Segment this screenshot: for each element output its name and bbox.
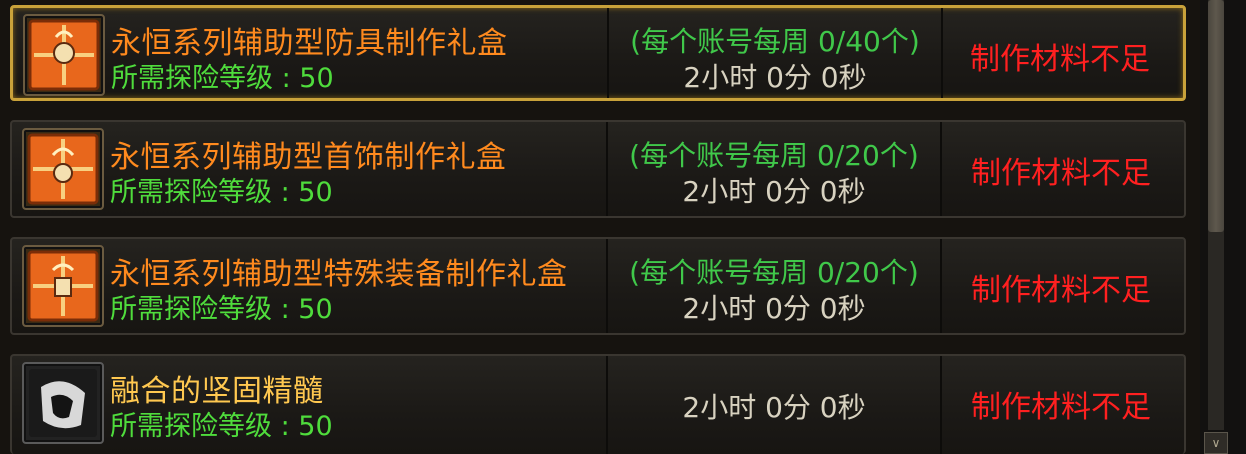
limit-time-cell: 2小时 0分 0秒 bbox=[606, 356, 942, 454]
list-item[interactable]: 融合的坚固精髓 所需探险等级 : 50 2小时 0分 0秒 制作材料不足 bbox=[10, 354, 1186, 454]
status-text: 制作材料不足 bbox=[971, 156, 1151, 191]
weekly-limit: (每个账号每周 0/20个) bbox=[629, 139, 919, 172]
list-item[interactable]: 永恒系列辅助型防具制作礼盒 所需探险等级 : 50 (每个账号每周 0/40个)… bbox=[10, 5, 1186, 101]
scroll-down-icon[interactable]: ∨ bbox=[1204, 432, 1228, 454]
orange-gift-box-icon bbox=[22, 128, 104, 210]
status-text: 制作材料不足 bbox=[971, 390, 1151, 425]
craft-time: 2小时 0分 0秒 bbox=[682, 391, 866, 424]
weekly-limit: (每个账号每周 0/20个) bbox=[629, 256, 919, 289]
dark-essence-icon bbox=[22, 362, 104, 444]
scrollbar[interactable]: ∨ bbox=[1200, 0, 1246, 454]
scroll-thumb[interactable] bbox=[1208, 0, 1224, 232]
orange-gift-box-icon bbox=[22, 245, 104, 327]
list-item[interactable]: 永恒系列辅助型首饰制作礼盒 所需探险等级 : 50 (每个账号每周 0/20个)… bbox=[10, 120, 1186, 218]
limit-time-cell: (每个账号每周 0/20个) 2小时 0分 0秒 bbox=[606, 122, 942, 216]
limit-time-cell: (每个账号每周 0/20个) 2小时 0分 0秒 bbox=[606, 239, 942, 333]
craft-time: 2小时 0分 0秒 bbox=[682, 292, 866, 325]
required-level: 所需探险等级 : 50 bbox=[110, 294, 333, 325]
status-text: 制作材料不足 bbox=[971, 273, 1151, 308]
craft-time: 2小时 0分 0秒 bbox=[682, 175, 866, 208]
required-level: 所需探险等级 : 50 bbox=[110, 177, 333, 208]
required-level: 所需探险等级 : 50 bbox=[111, 63, 334, 94]
craft-list: 永恒系列辅助型防具制作礼盒 所需探险等级 : 50 (每个账号每周 0/40个)… bbox=[0, 0, 1200, 454]
required-level: 所需探险等级 : 50 bbox=[110, 411, 333, 442]
list-item[interactable]: 永恒系列辅助型特殊装备制作礼盒 所需探险等级 : 50 (每个账号每周 0/20… bbox=[10, 237, 1186, 335]
weekly-limit: (每个账号每周 0/40个) bbox=[630, 25, 920, 58]
status-text: 制作材料不足 bbox=[970, 42, 1150, 77]
limit-time-cell: (每个账号每周 0/40个) 2小时 0分 0秒 bbox=[607, 8, 943, 98]
craft-time: 2小时 0分 0秒 bbox=[683, 61, 867, 94]
orange-gift-box-icon bbox=[23, 14, 105, 96]
